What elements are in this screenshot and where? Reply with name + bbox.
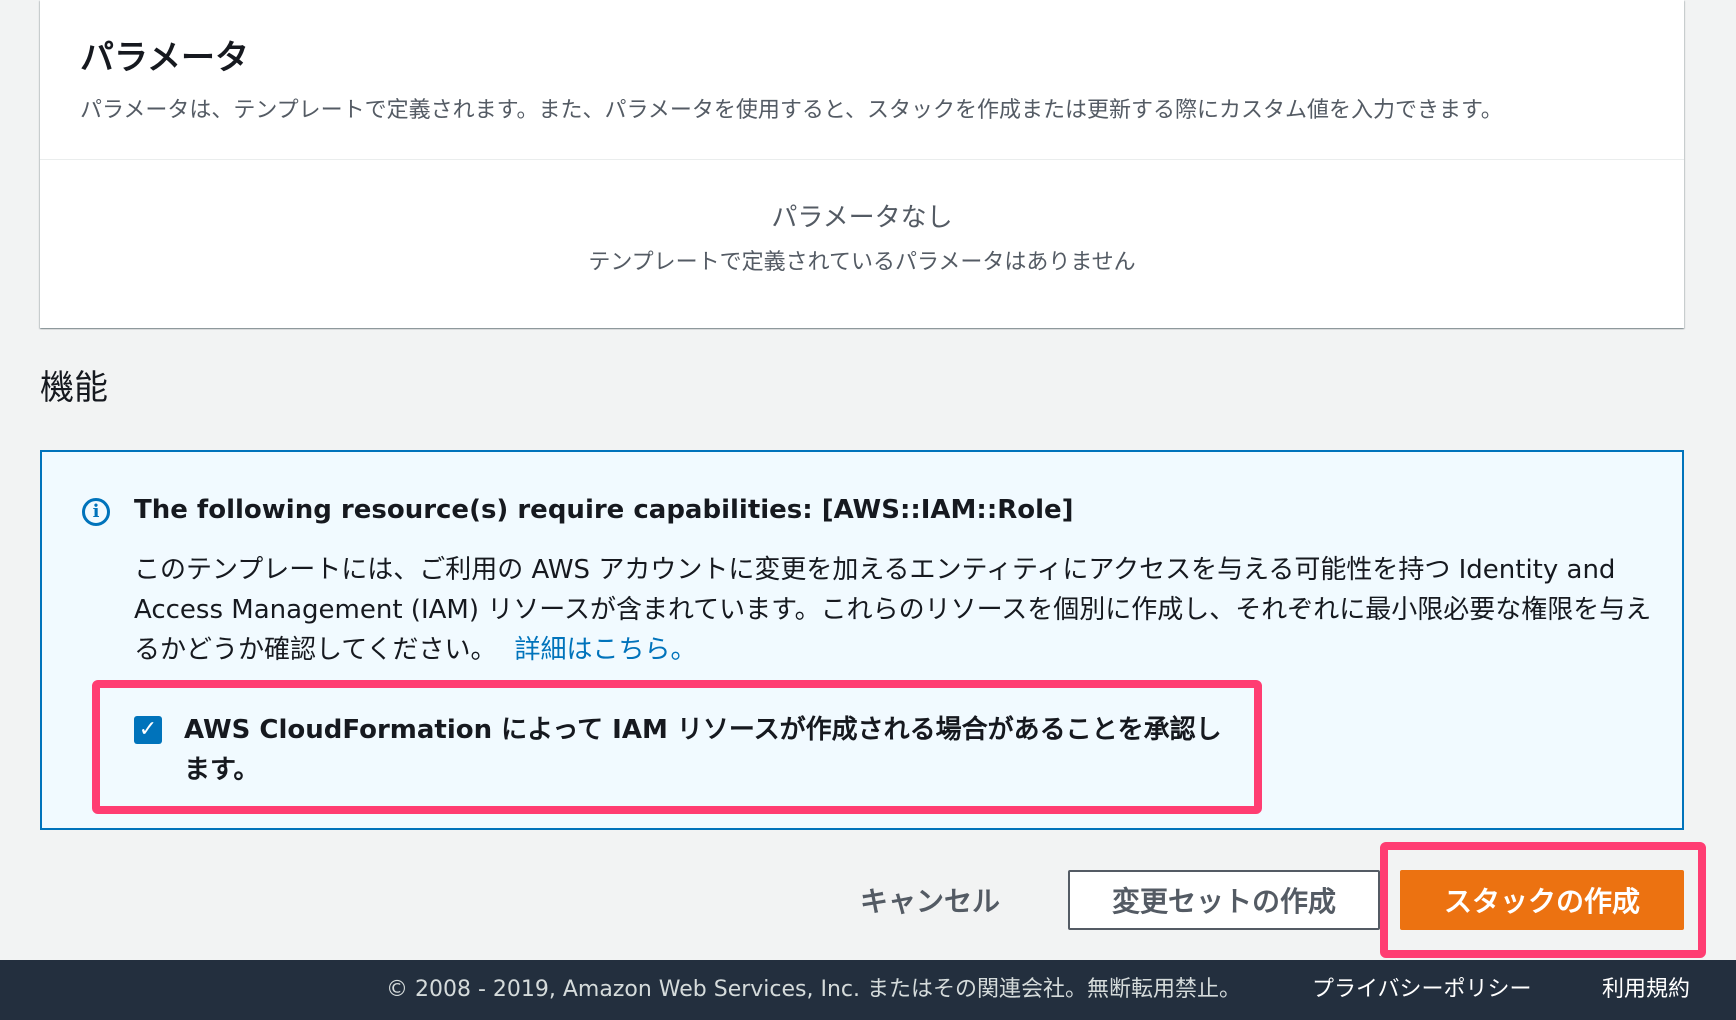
alert-title: The following resource(s) require capabi… — [134, 495, 1074, 525]
footer: © 2008 - 2019, Amazon Web Services, Inc.… — [0, 960, 1736, 1020]
footer-privacy-link[interactable]: プライバシーポリシー — [1312, 960, 1532, 1020]
create-changeset-button[interactable]: 変更セットの作成 — [1068, 870, 1380, 930]
capabilities-heading: 機能 — [40, 368, 108, 408]
alert-body: このテンプレートには、ご利用の AWS アカウントに変更を加えるエンティティにア… — [134, 550, 1654, 670]
acknowledge-checkbox[interactable]: ✓ — [134, 716, 162, 744]
footer-terms-link[interactable]: 利用規約 — [1602, 960, 1690, 1020]
cancel-button[interactable]: キャンセル — [842, 874, 1018, 930]
acknowledge-label[interactable]: AWS CloudFormation によって IAM リソースが作成される場合… — [184, 710, 1244, 790]
parameters-title: パラメータ — [80, 38, 249, 78]
parameters-empty-description: テンプレートで定義されているパラメータはありません — [588, 250, 1136, 275]
create-stack-button[interactable]: スタックの作成 — [1400, 870, 1684, 930]
parameters-empty-state: パラメータなし テンプレートで定義されているパラメータはありません — [40, 160, 1684, 278]
learn-more-link[interactable]: 詳細はこちら。 — [514, 635, 696, 665]
checkmark-icon: ✓ — [138, 717, 158, 742]
parameters-description: パラメータは、テンプレートで定義されます。また、パラメータを使用すると、スタック… — [80, 98, 1503, 123]
parameters-empty-title: パラメータなし — [771, 203, 953, 233]
parameters-header: パラメータ パラメータは、テンプレートで定義されます。また、パラメータを使用する… — [40, 0, 1684, 160]
parameters-panel: パラメータ パラメータは、テンプレートで定義されます。また、パラメータを使用する… — [40, 0, 1684, 328]
info-icon: i — [82, 498, 110, 526]
alert-body-text: このテンプレートには、ご利用の AWS アカウントに変更を加えるエンティティにア… — [134, 555, 1652, 665]
footer-copyright: © 2008 - 2019, Amazon Web Services, Inc.… — [386, 977, 1242, 1002]
